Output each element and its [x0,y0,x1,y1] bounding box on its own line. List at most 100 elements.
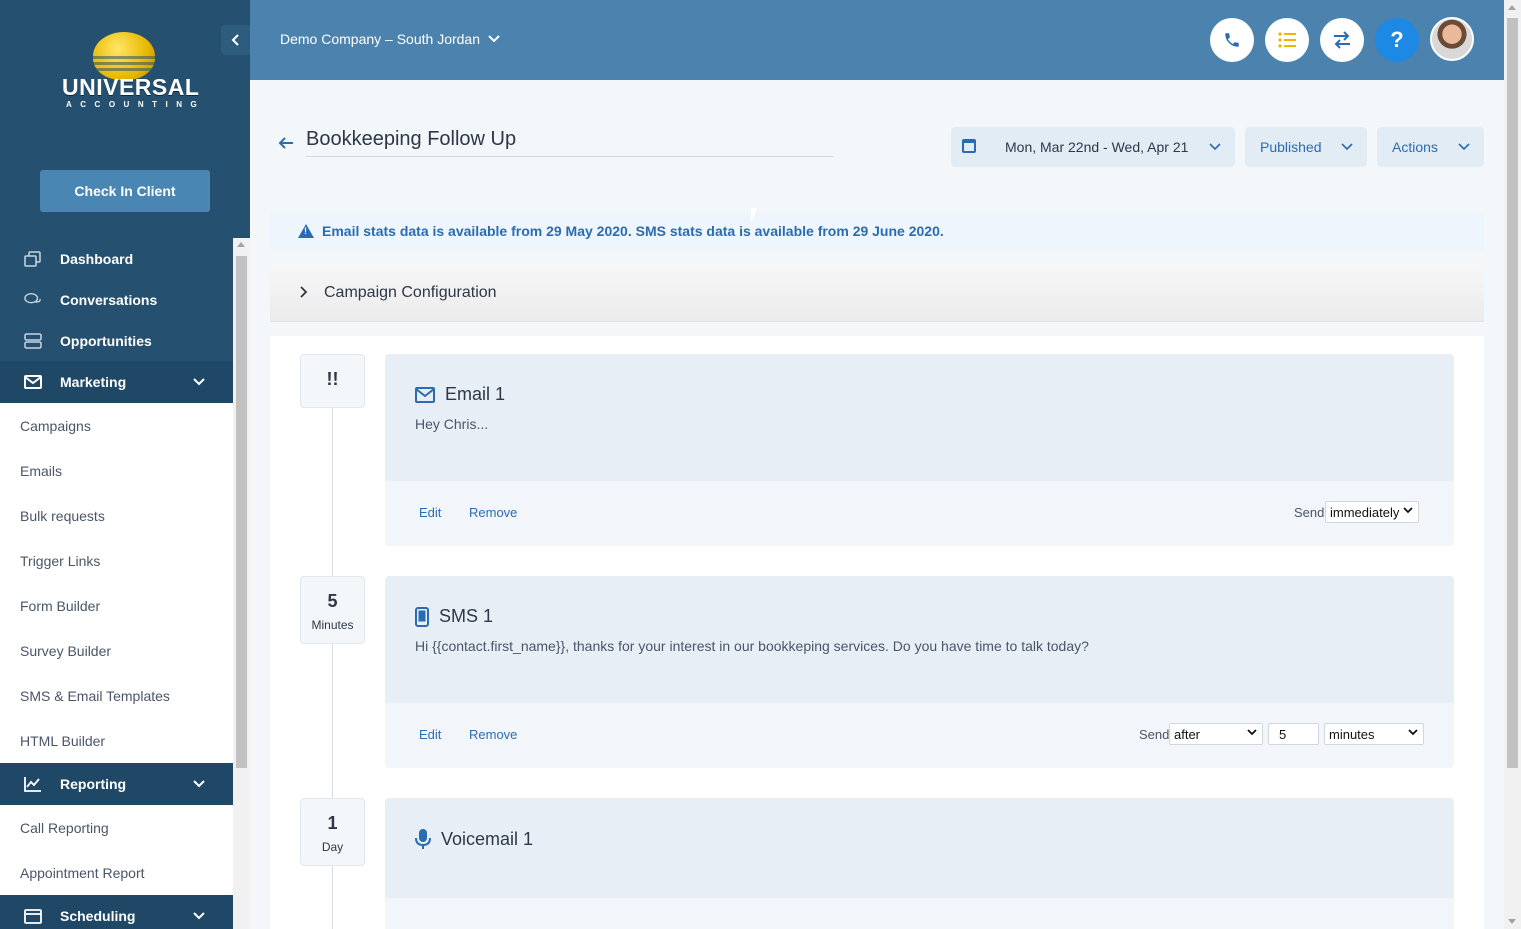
chat-icon [24,292,42,308]
dashboard-icon [24,250,42,267]
alert-text: Email stats data is available from 29 Ma… [322,223,944,239]
mobile-phone-icon [415,606,429,627]
envelope-icon [24,374,42,390]
sidebar-subitem-survey-builder[interactable]: Survey Builder [0,628,233,673]
top-header: Demo Company – South Jordan ? [250,0,1504,80]
task-list-button[interactable] [1265,18,1309,62]
question-mark-icon: ? [1390,27,1404,52]
send-label: Send [1294,505,1325,520]
status-label: Published [1260,139,1322,155]
page-scrollbar[interactable] [1504,0,1521,929]
sidebar-item-label: Conversations [60,291,158,308]
chevron-right-icon [300,285,308,301]
sidebar-section-marketing[interactable]: Marketing [0,361,233,403]
sidebar-subitem-appointment-report[interactable]: Appointment Report [0,850,233,895]
delay-unit: Day [321,840,344,854]
send-timing-select[interactable]: immediately [1325,501,1419,523]
sidebar-item-label: Marketing [60,374,127,390]
remove-step-link[interactable]: Remove [469,505,517,520]
delay-unit-select[interactable]: minutes [1324,723,1424,745]
back-button[interactable] [278,133,294,156]
company-switcher[interactable]: Demo Company – South Jordan [280,31,500,47]
actions-dropdown[interactable]: Actions [1377,127,1484,167]
campaign-steps: !! Email 1 Hey Chris... Edit Remove Send… [270,336,1484,929]
marketing-submenu: Campaigns Emails Bulk requests Trigger L… [0,403,233,763]
mouse-cursor [751,208,763,224]
sidebar-section-reporting[interactable]: Reporting [0,763,233,805]
phone-button[interactable] [1210,18,1254,62]
edit-step-link[interactable]: Edit [419,727,441,742]
date-range-text: Mon, Mar 22nd - Wed, Apr 21 [1005,139,1189,155]
scroll-down-arrow-icon[interactable] [1508,919,1516,924]
send-timing-select[interactable]: after [1169,723,1263,745]
sidebar-subitem-campaigns[interactable]: Campaigns [0,403,233,448]
step-header: SMS 1 [415,606,493,627]
chevron-down-icon [1403,505,1413,517]
chevron-down-icon [1408,727,1418,739]
company-name: Demo Company – South Jordan [280,31,480,47]
microphone-icon [415,828,431,850]
send-label: Send [1139,727,1170,742]
scrollbar-thumb[interactable] [1507,18,1518,768]
status-dropdown[interactable]: Published [1245,127,1367,167]
chevron-down-icon [1458,138,1470,154]
campaign-configuration-toggle[interactable]: Campaign Configuration [270,264,1484,322]
date-range-picker[interactable]: Mon, Mar 22nd - Wed, Apr 21 [951,127,1235,167]
arrow-left-icon [278,137,293,149]
sidebar-subitem-emails[interactable]: Emails [0,448,233,493]
step-delay-badge: 5 Minutes [300,576,365,644]
step-header: Email 1 [415,384,505,405]
chevron-down-icon [1341,138,1353,154]
sidebar-item-opportunities[interactable]: Opportunities [0,320,233,361]
company-logo[interactable]: UNIVERSAL ACCOUNTING [58,32,199,112]
sidebar-subitem-trigger-links[interactable]: Trigger Links [0,538,233,583]
step-title: SMS 1 [439,606,494,626]
sidebar-subitem-bulk-requests[interactable]: Bulk requests [0,493,233,538]
chevron-down-icon [488,35,500,43]
step-card-voicemail: Voicemail 1 [385,798,1454,929]
swap-arrows-icon [1334,31,1350,49]
help-button[interactable]: ? [1375,18,1419,62]
switch-location-button[interactable] [1320,18,1364,62]
scroll-up-arrow-icon[interactable] [237,242,245,247]
delay-amount-input[interactable]: 5 [1268,723,1319,745]
sidebar-item-conversations[interactable]: Conversations [0,279,233,320]
sidebar-subitem-form-builder[interactable]: Form Builder [0,583,233,628]
user-avatar[interactable] [1430,17,1474,61]
step-card-email: Email 1 Hey Chris... Edit Remove Send im… [385,354,1454,546]
calendar-icon [24,908,42,924]
chevron-down-icon [1209,138,1221,154]
step-footer: Edit Remove Send immediately [385,481,1454,546]
logo-subtext: ACCOUNTING [66,100,206,109]
line-chart-icon [24,776,42,792]
campaign-title-input[interactable]: Bookkeeping Follow Up [306,128,833,157]
check-in-client-button[interactable]: Check In Client [40,170,210,212]
stack-icon [24,332,42,349]
chevron-down-icon [1247,727,1257,739]
step-preview-text: Hey Chris... [415,416,489,432]
remove-step-link[interactable]: Remove [469,727,517,742]
sidebar-scrollbar[interactable] [233,238,250,929]
select-value: minutes [1329,726,1375,742]
delay-number: 5 [327,591,338,611]
collapse-sidebar-button[interactable] [221,25,250,55]
sidebar: UNIVERSAL ACCOUNTING Check In Client Das… [0,0,250,929]
step-footer [385,898,1454,929]
scrollbar-thumb[interactable] [236,256,247,768]
step-title: Voicemail 1 [441,828,534,849]
reporting-submenu: Call Reporting Appointment Report [0,805,233,895]
edit-step-link[interactable]: Edit [419,505,441,520]
sidebar-item-label: Scheduling [60,908,136,924]
step-header: Voicemail 1 [415,828,533,850]
step-delay-badge: 1 Day [300,798,365,866]
sidebar-subitem-html-builder[interactable]: HTML Builder [0,718,233,763]
scroll-up-arrow-icon[interactable] [1508,5,1516,10]
delay-number: !! [326,369,339,389]
sidebar-subitem-call-reporting[interactable]: Call Reporting [0,805,233,850]
sidebar-subitem-templates[interactable]: SMS & Email Templates [0,673,233,718]
sidebar-item-dashboard[interactable]: Dashboard [0,238,233,279]
stats-info-alert: Email stats data is available from 29 Ma… [270,212,1484,250]
sidebar-section-scheduling[interactable]: Scheduling [0,895,233,929]
actions-label: Actions [1392,139,1438,155]
globe-icon [93,32,155,80]
